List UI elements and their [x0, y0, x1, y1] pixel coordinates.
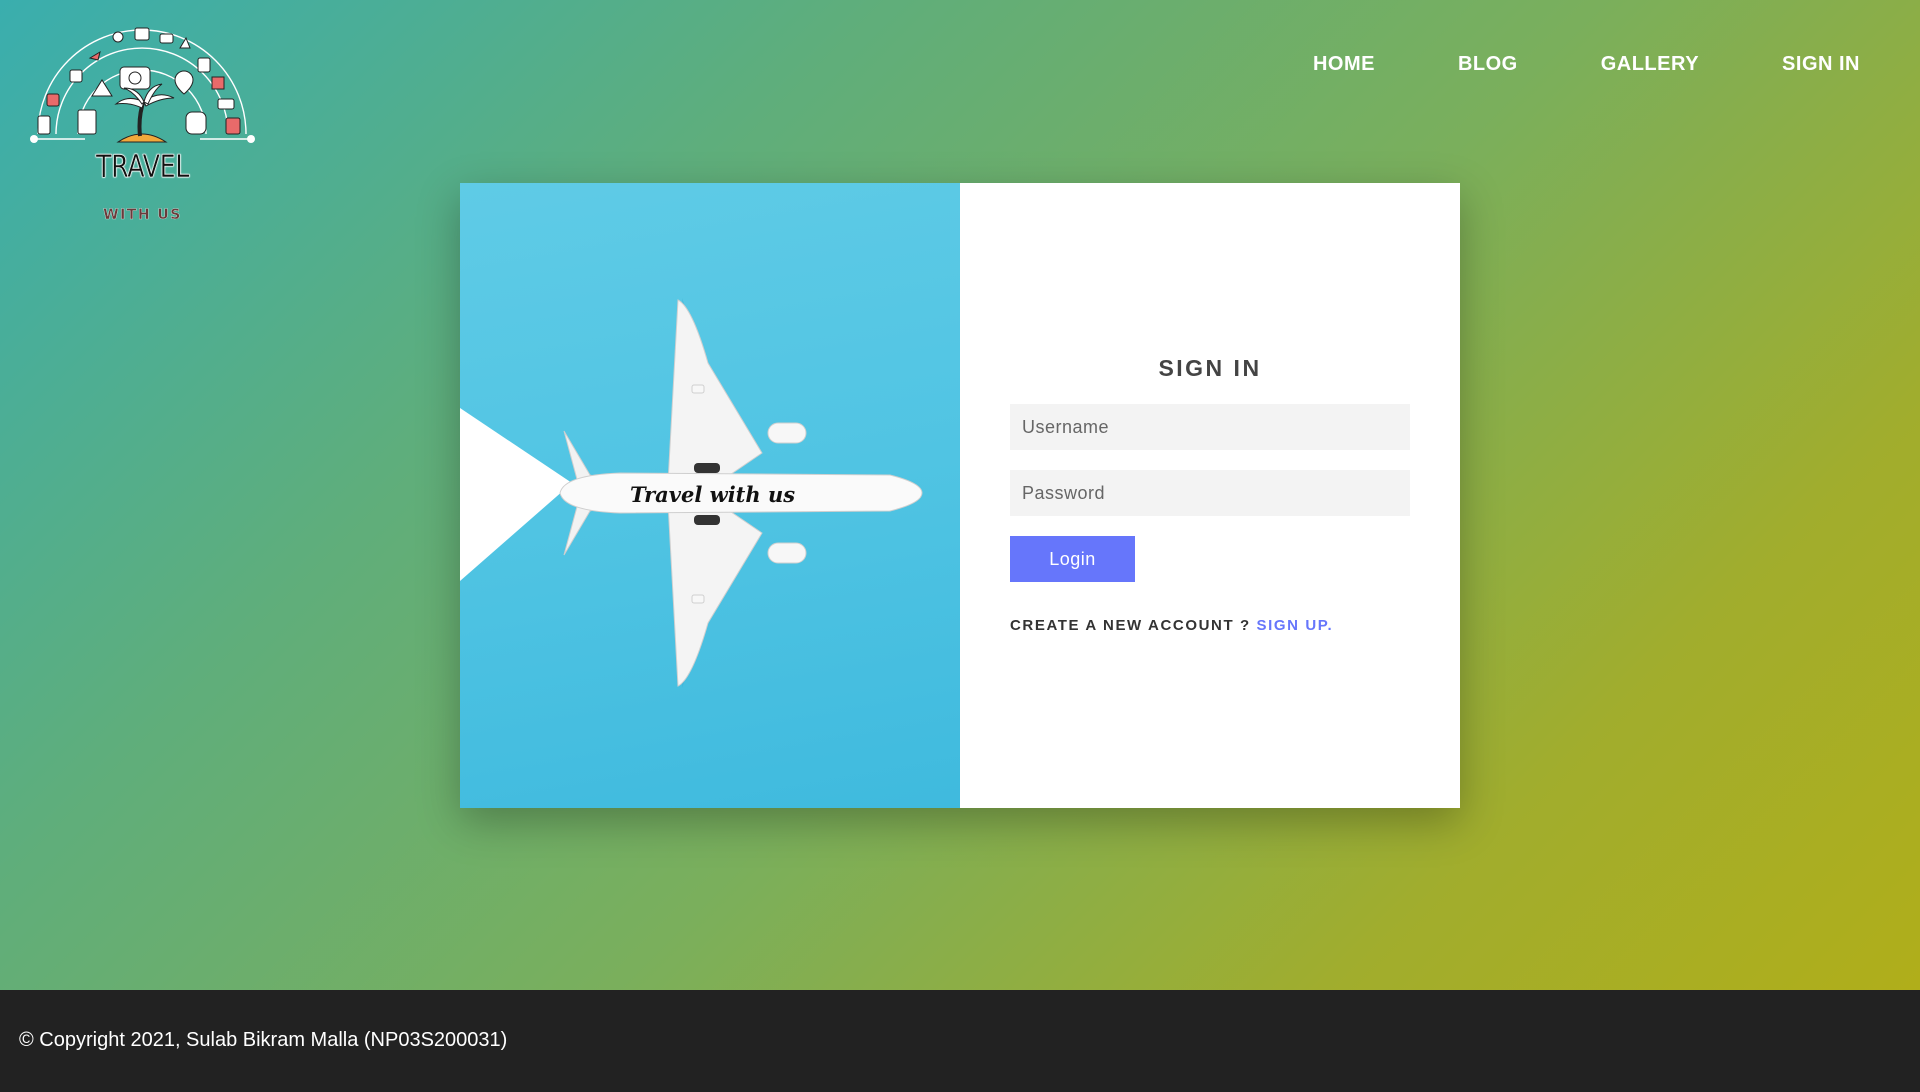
logo-subtitle: WITH US: [103, 207, 182, 223]
nav-item-home[interactable]: HOME: [1313, 52, 1375, 76]
main-nav: HOME BLOG GALLERY SIGN IN: [1230, 52, 1860, 76]
nav-item-blog[interactable]: BLOG: [1458, 52, 1518, 76]
footer: © Copyright 2021, Sulab Bikram Malla (NP…: [0, 990, 1920, 1092]
login-button[interactable]: Login: [1010, 536, 1135, 582]
signup-prompt: CREATE A NEW ACCOUNT ?: [1010, 617, 1257, 634]
signup-row: CREATE A NEW ACCOUNT ? SIGN UP.: [1010, 617, 1333, 634]
sign-in-card: Travel with us SIGN IN Login CREATE A NE…: [460, 183, 1460, 808]
username-input[interactable]: [1010, 404, 1410, 450]
nav-item-gallery[interactable]: GALLERY: [1601, 52, 1699, 76]
airplane-image: Travel with us: [460, 183, 960, 808]
site-logo[interactable]: TRAVEL WITH US: [30, 22, 255, 222]
nav-item-sign-in[interactable]: SIGN IN: [1782, 52, 1860, 76]
plane-caption: Travel with us: [630, 482, 796, 507]
form-title: SIGN IN: [1158, 355, 1262, 381]
signup-link[interactable]: SIGN UP.: [1257, 617, 1334, 634]
sign-in-form: SIGN IN Login CREATE A NEW ACCOUNT ? SIG…: [960, 183, 1460, 808]
password-input[interactable]: [1010, 470, 1410, 516]
logo-title: TRAVEL: [95, 149, 190, 185]
footer-copyright: © Copyright 2021, Sulab Bikram Malla (NP…: [19, 1029, 508, 1051]
